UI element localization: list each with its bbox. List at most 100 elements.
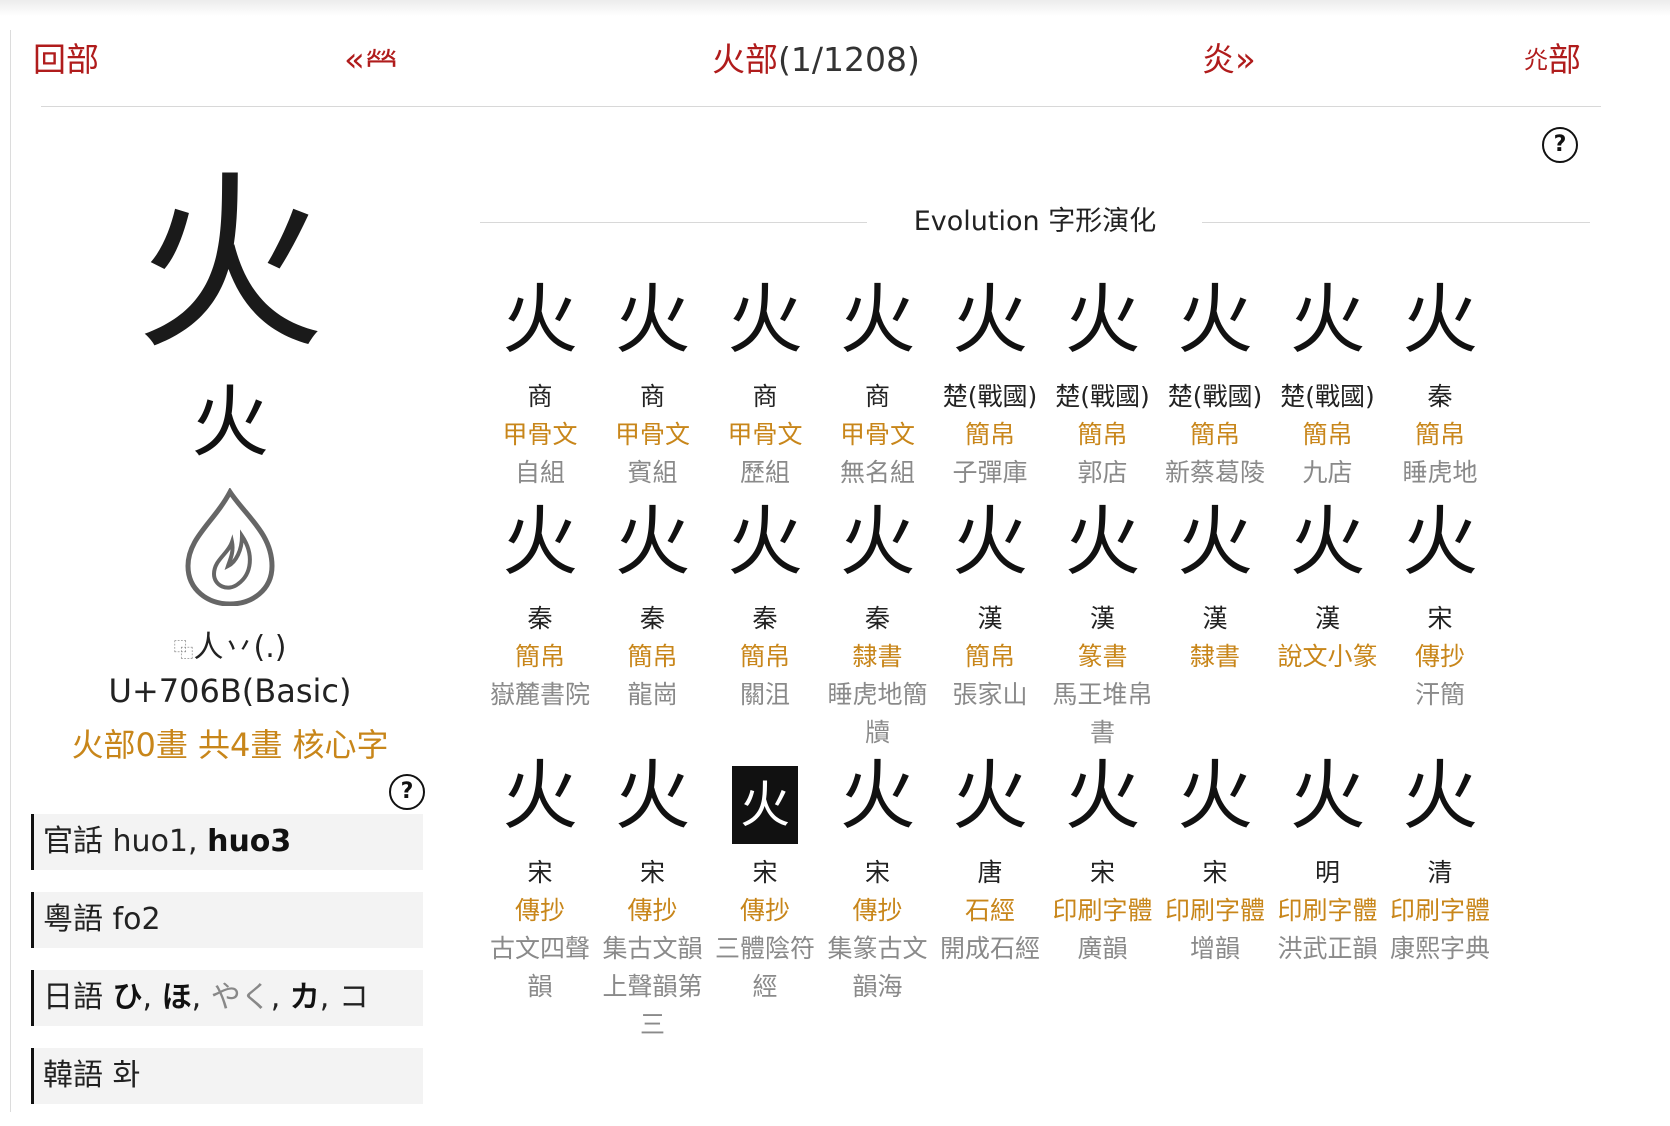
evolution-cell[interactable]: 火秦隸書 睡虎地簡牘 <box>818 492 938 752</box>
glyph-source: 睡虎地 <box>1402 458 1478 487</box>
glyph-period: 明 <box>1314 858 1340 887</box>
evolution-cell[interactable]: 火宋傳抄 三體陰符經 <box>705 746 825 1006</box>
evolution-cell[interactable]: 火商甲骨文 無名組 <box>818 270 938 492</box>
evolution-cell[interactable]: 火清印刷字體 康熙字典 <box>1380 746 1500 968</box>
glyph-script-link[interactable]: 甲骨文 <box>480 416 600 454</box>
evolution-cell[interactable]: 火漢篆書 馬王堆帛書 <box>1043 492 1163 752</box>
glyph-script-link[interactable]: 簡帛 <box>1380 416 1500 454</box>
glyph-image: 火 <box>1064 497 1141 586</box>
evolution-cell[interactable]: 火商甲骨文 賓組 <box>593 270 713 492</box>
evolution-cell[interactable]: 火楚(戰國) 簡帛 郭店 <box>1043 270 1163 492</box>
glyph-script-link[interactable]: 隸書 <box>1155 638 1275 676</box>
glyph-source: 古文四聲韻 <box>489 934 590 1001</box>
glyph-script-link[interactable]: 甲骨文 <box>593 416 713 454</box>
evolution-cell[interactable]: 火漢說文小篆 <box>1268 492 1388 676</box>
evolution-cell[interactable]: 火楚(戰國) 簡帛 九店 <box>1268 270 1388 492</box>
evolution-cell[interactable]: 火楚(戰國) 簡帛 新蔡葛陵 <box>1155 270 1275 492</box>
reading-language: 粵語 <box>43 902 113 937</box>
glyph-script-link[interactable]: 甲骨文 <box>705 416 825 454</box>
reading-value: ほ <box>161 980 192 1015</box>
evolution-cell[interactable]: 火明印刷字體洪武正韻 <box>1268 746 1388 968</box>
glyph-script-link[interactable]: 傳抄 <box>480 892 600 930</box>
chevron-left-icon: « <box>344 40 365 80</box>
glyph-script-link[interactable]: 印刷字體 <box>1268 892 1388 930</box>
glyph-source: 汗簡 <box>1414 680 1465 709</box>
evolution-help-icon[interactable]: ? <box>1542 127 1578 163</box>
glyph-source: 洪武正韻 <box>1277 934 1378 963</box>
evolution-cell[interactable]: 火宋傳抄 集古文韻上聲韻第三 <box>593 746 713 1044</box>
evolution-cell[interactable]: 火秦簡帛 龍崗 <box>593 492 713 714</box>
reading-language: 韓語 <box>43 1058 113 1093</box>
next-char-link[interactable]: 炎» <box>1202 36 1256 84</box>
glyph-script-link[interactable]: 說文小篆 <box>1268 638 1388 676</box>
back-to-radical-link[interactable]: 回部 <box>33 36 99 84</box>
glyph-image: 火 <box>705 746 825 846</box>
glyph-period: 宋 <box>527 858 553 887</box>
glyph-source: 自組 <box>514 458 565 487</box>
evolution-cell[interactable]: 火宋傳抄 集篆古文韻海 <box>818 746 938 1006</box>
glyph-script-link[interactable]: 傳抄 <box>593 892 713 930</box>
prev-char: 𤇾 <box>364 40 398 79</box>
glyph-source: 集篆古文韻海 <box>827 934 928 1001</box>
glyph-script-link[interactable]: 石經 <box>930 892 1050 930</box>
glyph-script-link[interactable]: 簡帛 <box>930 416 1050 454</box>
stroke-info-link[interactable]: 火部0畫 共4畫 核心字 <box>30 720 430 766</box>
glyph-script-link[interactable]: 簡帛 <box>930 638 1050 676</box>
glyph-script-link[interactable]: 簡帛 <box>1268 416 1388 454</box>
prev-char-link[interactable]: «𤇾 <box>344 36 398 84</box>
evolution-cell[interactable]: 火商甲骨文 歷組 <box>705 270 825 492</box>
evolution-cell[interactable]: 火秦簡帛 嶽麓書院 <box>480 492 600 714</box>
evolution-title: Evolution 字形演化 <box>913 206 1157 237</box>
glyph-script-link[interactable]: 簡帛 <box>593 638 713 676</box>
glyph-image: 火 <box>502 751 578 840</box>
glyph-script-link[interactable]: 傳抄 <box>705 892 825 930</box>
evolution-cell[interactable]: 火宋印刷字體 增韻 <box>1155 746 1275 968</box>
glyph-script-link[interactable]: 篆書 <box>1043 638 1163 676</box>
glyph-script-link[interactable]: 甲骨文 <box>818 416 938 454</box>
glyph-period: 宋 <box>1427 604 1453 633</box>
glyph-image: 火 <box>1289 497 1366 586</box>
glyph-image: 火 <box>1064 275 1141 364</box>
glyph-image: 火 <box>1289 751 1366 840</box>
glyph-period: 楚(戰國) <box>1280 382 1375 411</box>
glyph-script-link[interactable]: 簡帛 <box>1155 416 1275 454</box>
glyph-image: 火 <box>1177 751 1253 840</box>
next-radical-suffix: 部 <box>1548 40 1581 79</box>
glyph-source: 張家山 <box>952 680 1028 709</box>
glyph-script-link[interactable]: 簡帛 <box>705 638 825 676</box>
evolution-cell[interactable]: 火商甲骨文 自組 <box>480 270 600 492</box>
glyph-period: 唐 <box>977 858 1003 887</box>
glyph-source: 集古文韻上聲韻第三 <box>602 934 703 1039</box>
glyph-period: 宋 <box>1202 858 1228 887</box>
glyph-script-link[interactable]: 簡帛 <box>480 638 600 676</box>
evolution-cell[interactable]: 火唐石經 開成石經 <box>930 746 1050 968</box>
glyph-script-link[interactable]: 傳抄 <box>818 892 938 930</box>
glyph-source: 子彈庫 <box>952 458 1028 487</box>
evolution-cell[interactable]: 火秦簡帛 睡虎地 <box>1380 270 1500 492</box>
evolution-cell[interactable]: 火秦簡帛 關沮 <box>705 492 825 714</box>
help-icon[interactable]: ? <box>389 774 425 810</box>
glyph-script-link[interactable]: 簡帛 <box>1043 416 1163 454</box>
glyph-image: 火 <box>1177 275 1253 364</box>
glyph-script-link[interactable]: 傳抄 <box>1380 638 1500 676</box>
evolution-cell[interactable]: 火漢隸書 <box>1155 492 1275 676</box>
glyph-image: 火 <box>839 497 916 586</box>
evolution-cell[interactable]: 火漢簡帛 張家山 <box>930 492 1050 714</box>
current-radical-link[interactable]: 火部 <box>712 40 778 79</box>
glyph-script-link[interactable]: 印刷字體 <box>1380 892 1500 930</box>
evolution-cell[interactable]: 火楚(戰國) 簡帛 子彈庫 <box>930 270 1050 492</box>
glyph-image: 火 <box>1064 751 1141 840</box>
reading-value: , <box>142 980 162 1015</box>
next-radical-link[interactable]: 灮部 <box>1524 36 1581 84</box>
evolution-cell[interactable]: 火宋傳抄 古文四聲韻 <box>480 746 600 1006</box>
glyph-period: 清 <box>1427 858 1453 887</box>
glyph-script-link[interactable]: 印刷字體 <box>1155 892 1275 930</box>
evolution-cell[interactable]: 火宋傳抄 汗簡 <box>1380 492 1500 714</box>
evolution-cell[interactable]: 火宋印刷字體 廣韻 <box>1043 746 1163 968</box>
glyph-script-link[interactable]: 印刷字體 <box>1043 892 1163 930</box>
glyph-script-link[interactable]: 隸書 <box>818 638 938 676</box>
left-rule <box>10 30 11 1112</box>
next-char: 炎 <box>1202 40 1235 79</box>
glyph-source: 無名組 <box>839 458 915 487</box>
reading-value: 화 <box>112 1058 141 1093</box>
